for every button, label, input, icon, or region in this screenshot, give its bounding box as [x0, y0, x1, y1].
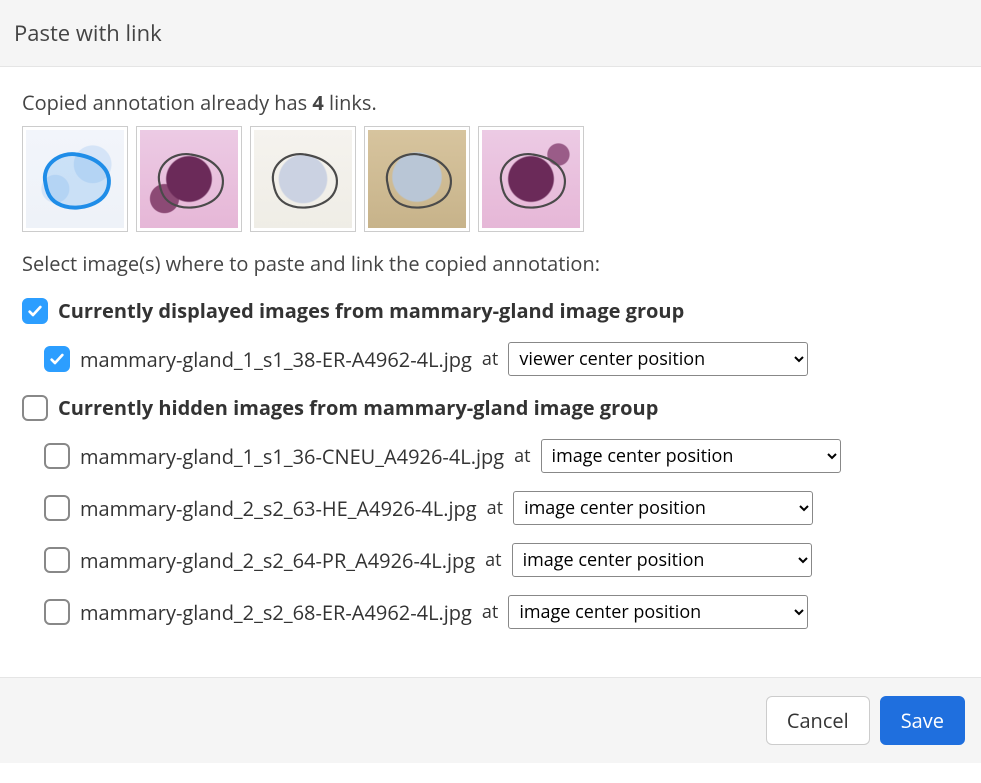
existing-links-line: Copied annotation already has 4 links. [22, 89, 959, 116]
group-checkbox[interactable] [22, 298, 48, 324]
image-checkbox[interactable] [44, 443, 70, 469]
image-filename: mammary-gland_1_s1_36-CNEU_A4926-4L.jpg [80, 443, 504, 470]
image-checkbox[interactable] [44, 599, 70, 625]
link-thumb-4[interactable] [364, 126, 470, 232]
annotation-outline [254, 130, 352, 228]
annotation-outline [26, 130, 124, 228]
position-select[interactable]: viewer center positionimage center posit… [508, 595, 808, 629]
save-button[interactable]: Save [880, 696, 965, 745]
annotation-outline [368, 130, 466, 228]
position-select[interactable]: viewer center positionimage center posit… [513, 491, 813, 525]
image-checkbox[interactable] [44, 346, 70, 372]
link-thumb-1[interactable] [22, 126, 128, 232]
image-filename: mammary-gland_2_s2_68-ER-A4962-4L.jpg [80, 599, 472, 626]
annotation-outline [482, 130, 580, 228]
group-title: Currently displayed images from mammary-… [58, 297, 684, 324]
position-select[interactable]: viewer center positionimage center posit… [508, 342, 808, 376]
dialog-footer: Cancel Save [0, 677, 981, 763]
group-checkbox[interactable] [22, 395, 48, 421]
image-filename: mammary-gland_2_s2_63-HE_A4926-4L.jpg [80, 495, 477, 522]
image-row: mammary-gland_1_s1_38-ER-A4962-4L.jpg at… [44, 342, 959, 376]
dialog-body: Copied annotation already has 4 links. S… [0, 67, 981, 677]
group-title: Currently hidden images from mammary-gla… [58, 394, 658, 421]
image-filename: mammary-gland_1_s1_38-ER-A4962-4L.jpg [80, 346, 472, 373]
link-thumb-3[interactable] [250, 126, 356, 232]
image-row: mammary-gland_1_s1_36-CNEU_A4926-4L.jpg … [44, 439, 959, 473]
dialog-header: Paste with link [0, 0, 981, 67]
position-select[interactable]: viewer center positionimage center posit… [541, 439, 841, 473]
select-prompt: Select image(s) where to paste and link … [22, 250, 959, 277]
image-checkbox[interactable] [44, 547, 70, 573]
image-group-row: Currently hidden images from mammary-gla… [22, 394, 959, 421]
link-thumbnails [22, 126, 959, 232]
link-thumb-5[interactable] [478, 126, 584, 232]
link-thumb-2[interactable] [136, 126, 242, 232]
annotation-outline [140, 130, 238, 228]
image-row: mammary-gland_2_s2_63-HE_A4926-4L.jpg at… [44, 491, 959, 525]
image-row: mammary-gland_2_s2_68-ER-A4962-4L.jpg at… [44, 595, 959, 629]
cancel-button[interactable]: Cancel [766, 696, 870, 745]
position-select[interactable]: viewer center positionimage center posit… [512, 543, 812, 577]
links-count: 4 [312, 89, 323, 116]
image-row: mammary-gland_2_s2_64-PR_A4926-4L.jpg at… [44, 543, 959, 577]
image-checkbox[interactable] [44, 495, 70, 521]
dialog-title: Paste with link [14, 18, 162, 48]
image-filename: mammary-gland_2_s2_64-PR_A4926-4L.jpg [80, 547, 475, 574]
image-group-row: Currently displayed images from mammary-… [22, 297, 959, 324]
